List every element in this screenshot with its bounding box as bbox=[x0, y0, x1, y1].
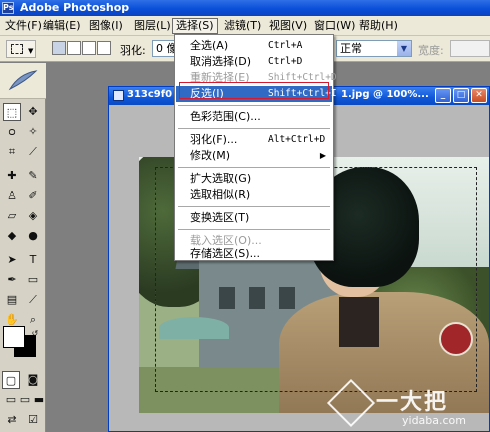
quick-mask-mode-icon[interactable]: ◙ bbox=[24, 371, 42, 389]
width-label: 宽度: bbox=[418, 44, 444, 57]
menu-item-deselect[interactable]: 取消选择(D) Ctrl+D bbox=[176, 54, 332, 70]
document-name-tail: 1.jpg @ 100%... bbox=[341, 89, 429, 100]
app-titlebar: Ps Adobe Photoshop bbox=[0, 0, 490, 16]
eyedropper-tool-icon[interactable]: ⟋ bbox=[24, 291, 42, 309]
highlight-callout-box bbox=[179, 82, 329, 99]
maximize-icon[interactable]: □ bbox=[453, 88, 469, 103]
watermark: 一大把 yidaba.com bbox=[326, 378, 490, 432]
toolbox-header bbox=[0, 63, 46, 99]
menu-item-transform-selection[interactable]: 变换选区(T) bbox=[176, 210, 332, 226]
watermark-text: 一大把 bbox=[376, 389, 449, 415]
close-icon[interactable]: ✕ bbox=[471, 88, 487, 103]
blur-tool-icon[interactable]: ◆ bbox=[3, 227, 21, 245]
chevron-down-icon: ▼ bbox=[28, 47, 34, 55]
style-select[interactable]: 正常 ▼ bbox=[336, 40, 412, 57]
eraser-tool-icon[interactable]: ▱ bbox=[3, 207, 21, 225]
new-selection-button[interactable] bbox=[52, 41, 66, 55]
dodge-tool-icon[interactable]: ● bbox=[24, 227, 42, 245]
crop-tool-icon[interactable]: ⌗ bbox=[3, 143, 21, 161]
chevron-down-icon[interactable]: ▼ bbox=[397, 41, 411, 56]
rectangular-marquee-icon bbox=[11, 44, 23, 54]
swap-colors-icon[interactable]: ↺ bbox=[26, 325, 44, 343]
menu-item-color-range[interactable]: 色彩范围(C)... bbox=[176, 109, 332, 125]
slice-tool-icon[interactable]: ⟋ bbox=[24, 143, 42, 161]
screen-mode-full-icon[interactable]: ▬ bbox=[30, 391, 48, 409]
feather-label: 羽化: bbox=[120, 44, 146, 57]
menu-separator bbox=[178, 167, 330, 169]
checkbox-icon[interactable]: ☑ bbox=[24, 411, 42, 429]
watermark-url: yidaba.com bbox=[402, 414, 467, 427]
menu-view[interactable]: 视图(V) bbox=[266, 18, 310, 34]
menu-separator bbox=[178, 206, 330, 208]
type-tool-icon[interactable]: T bbox=[24, 251, 42, 269]
menu-layer[interactable]: 图层(L) bbox=[131, 18, 174, 34]
menu-separator bbox=[178, 229, 330, 231]
submenu-arrow-icon: ▶ bbox=[319, 151, 326, 160]
menu-help[interactable]: 帮助(H) bbox=[356, 18, 401, 34]
lasso-tool-icon[interactable]: ᴑ bbox=[3, 123, 21, 141]
menubar: 文件(F) 编辑(E) 图像(I) 图层(L) 选择(S) 滤镜(T) 视图(V… bbox=[0, 16, 490, 36]
intersect-selection-button[interactable] bbox=[97, 41, 111, 55]
menu-select[interactable]: 选择(S) bbox=[172, 18, 218, 34]
document-name: 313c9f0 bbox=[127, 89, 173, 100]
path-selection-tool-icon[interactable]: ➤ bbox=[3, 251, 21, 269]
photoshop-feather-icon[interactable] bbox=[8, 69, 38, 91]
subtract-from-selection-button[interactable] bbox=[82, 41, 96, 55]
app-title: Adobe Photoshop bbox=[20, 1, 130, 14]
brush-tool-icon[interactable]: ✎ bbox=[24, 167, 42, 185]
history-brush-tool-icon[interactable]: ✐ bbox=[24, 187, 42, 205]
move-tool-icon[interactable]: ✥ bbox=[24, 103, 42, 121]
menu-window[interactable]: 窗口(W) bbox=[311, 18, 358, 34]
menu-separator bbox=[178, 128, 330, 130]
watermark-logo-icon bbox=[326, 378, 376, 428]
jump-to-imageready-icon[interactable]: ⇄ bbox=[3, 411, 21, 429]
photoshop-icon[interactable]: Ps bbox=[2, 2, 14, 14]
foreground-color-swatch[interactable] bbox=[3, 326, 25, 348]
menu-item-select-all[interactable]: 全选(A) Ctrl+A bbox=[176, 38, 332, 54]
notes-tool-icon[interactable]: ▤ bbox=[3, 291, 21, 309]
menu-separator bbox=[178, 105, 330, 107]
menu-file[interactable]: 文件(F) bbox=[2, 18, 45, 34]
clone-stamp-tool-icon[interactable]: ♙ bbox=[3, 187, 21, 205]
tool-preset-picker[interactable]: ▼ bbox=[6, 40, 36, 58]
pen-tool-icon[interactable]: ✒ bbox=[3, 271, 21, 289]
rectangular-marquee-tool-icon[interactable]: ⬚ bbox=[3, 103, 21, 121]
magic-wand-tool-icon[interactable]: ✧ bbox=[24, 123, 42, 141]
menu-image[interactable]: 图像(I) bbox=[86, 18, 126, 34]
add-to-selection-button[interactable] bbox=[67, 41, 81, 55]
select-menu-dropdown: 全选(A) Ctrl+A 取消选择(D) Ctrl+D 重新选择(E) Shif… bbox=[174, 34, 337, 261]
menu-item-save-selection[interactable]: 存储选区(S)... bbox=[176, 247, 332, 261]
paint-bucket-tool-icon[interactable]: ◈ bbox=[24, 207, 42, 225]
width-input[interactable] bbox=[450, 40, 490, 57]
toolbox: ⬚ ✥ ᴑ ✧ ⌗ ⟋ ✚ ✎ ♙ ✐ ▱ ◈ ◆ ● ➤ T ✒ ▭ ▤ ⟋ … bbox=[0, 63, 46, 432]
menu-item-grow[interactable]: 扩大选取(G) bbox=[176, 171, 332, 187]
menu-item-similar[interactable]: 选取相似(R) bbox=[176, 187, 332, 203]
menu-item-feather[interactable]: 羽化(F)... Alt+Ctrl+D bbox=[176, 132, 332, 148]
document-icon bbox=[113, 90, 124, 101]
standard-mode-icon[interactable]: ▢ bbox=[2, 371, 20, 389]
menu-filter[interactable]: 滤镜(T) bbox=[221, 18, 264, 34]
healing-brush-tool-icon[interactable]: ✚ bbox=[3, 167, 21, 185]
shape-tool-icon[interactable]: ▭ bbox=[24, 271, 42, 289]
menu-item-modify[interactable]: 修改(M) ▶ bbox=[176, 148, 332, 164]
style-select-value: 正常 bbox=[340, 42, 362, 55]
minimize-icon[interactable]: _ bbox=[435, 88, 451, 103]
menu-edit[interactable]: 编辑(E) bbox=[40, 18, 84, 34]
